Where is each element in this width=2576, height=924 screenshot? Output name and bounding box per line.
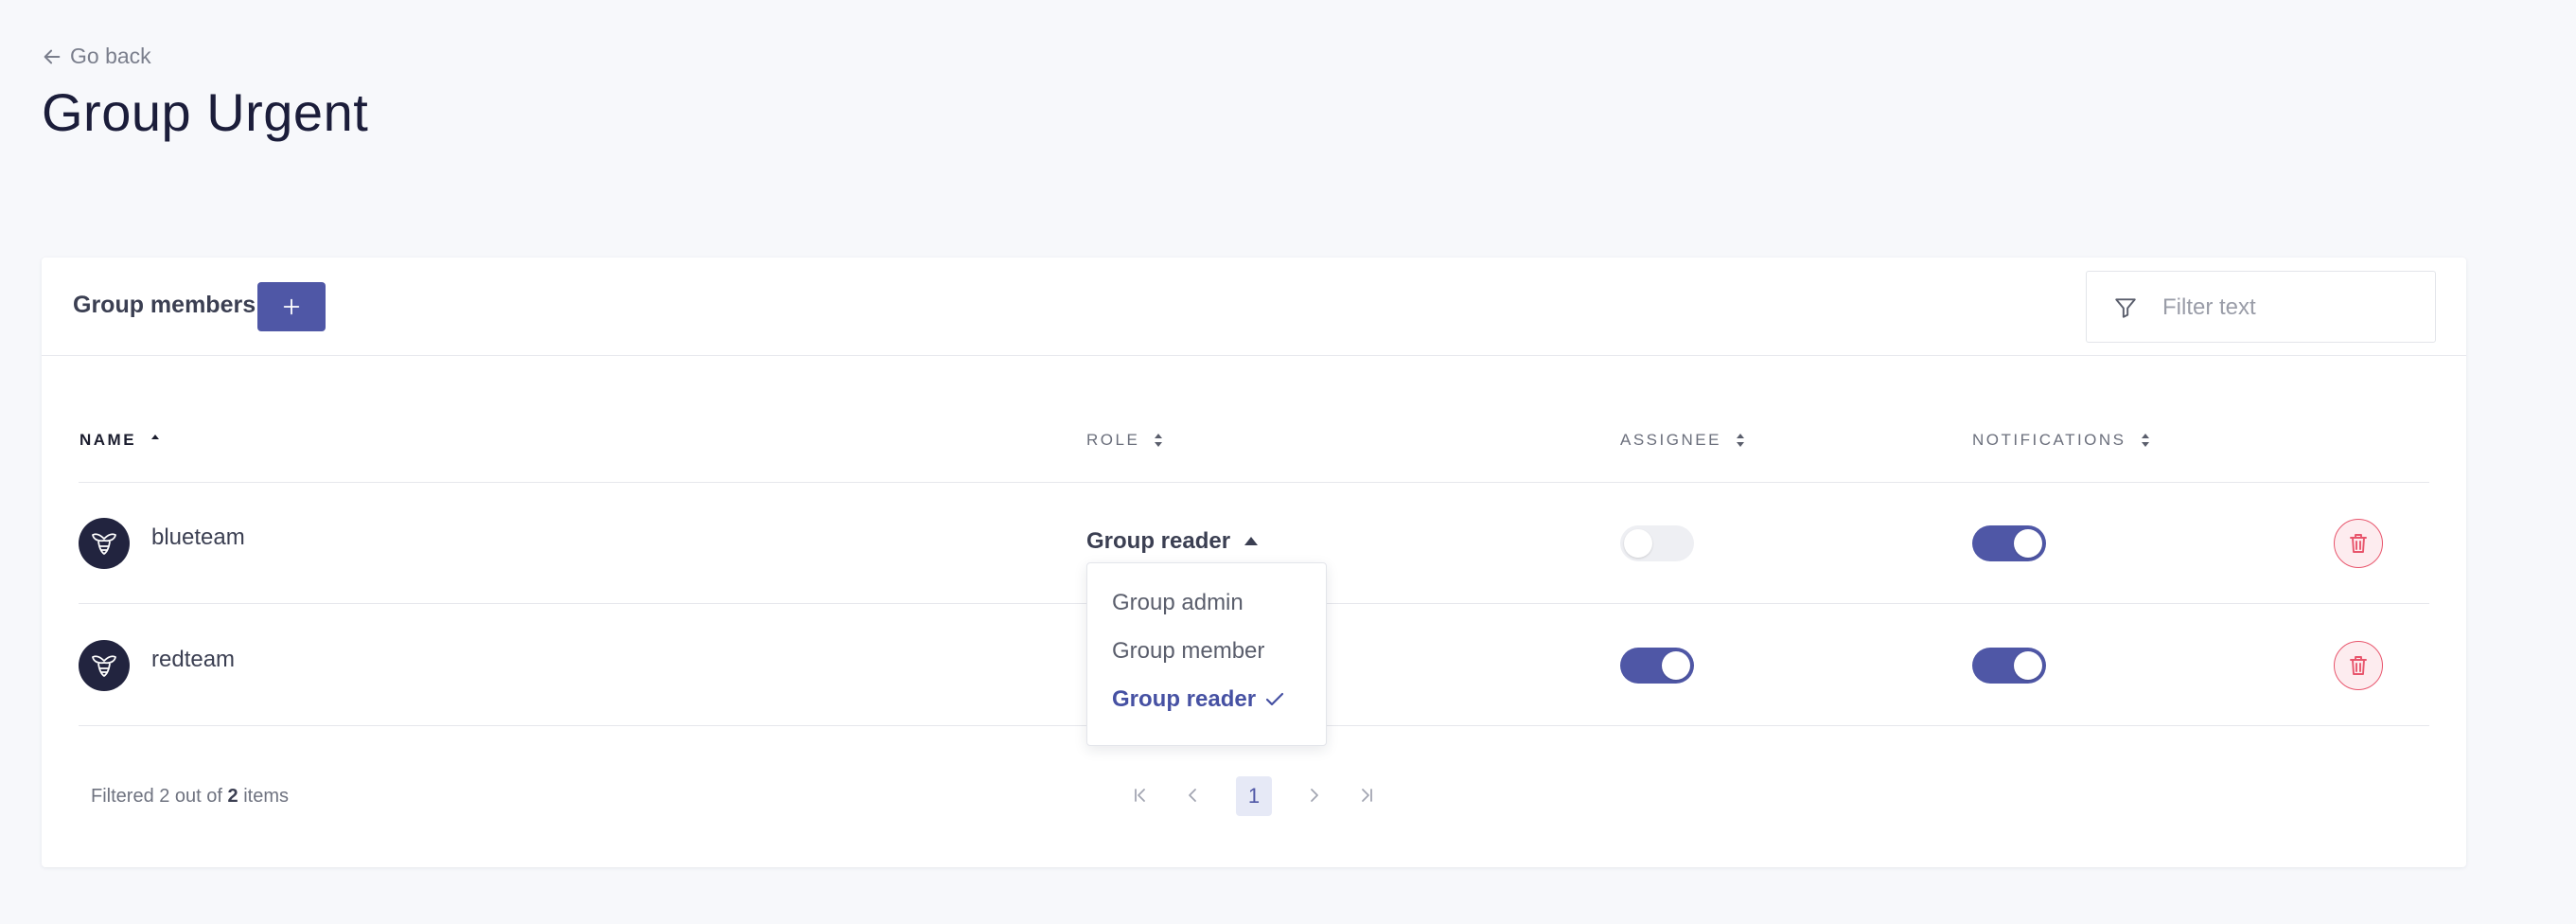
page-number-current[interactable]: 1 bbox=[1236, 776, 1272, 816]
sort-icon bbox=[2141, 434, 2149, 447]
first-page-icon bbox=[1135, 789, 1145, 802]
notifications-toggle[interactable] bbox=[1972, 525, 2046, 561]
role-option-group-reader[interactable]: Group reader bbox=[1112, 686, 1284, 713]
role-dropdown-menu: Group admin Group member Group reader bbox=[1086, 562, 1327, 746]
filter-icon bbox=[2115, 298, 2136, 318]
sort-asc-icon bbox=[151, 435, 160, 439]
card-header: Group members bbox=[42, 258, 2466, 356]
last-page-icon bbox=[1362, 789, 1372, 802]
sort-icon bbox=[1736, 434, 1744, 447]
column-header-notifications-label: NOTIFICATIONS bbox=[1972, 431, 2126, 449]
caret-up-icon bbox=[1244, 537, 1259, 545]
card-header-title: Group members bbox=[73, 292, 256, 318]
filter-box bbox=[2086, 271, 2436, 343]
filter-summary-prefix: Filtered 2 out of bbox=[91, 786, 228, 807]
role-option-label: Group reader bbox=[1112, 686, 1257, 712]
filter-input[interactable] bbox=[2162, 287, 2418, 329]
bee-logo-icon bbox=[92, 655, 116, 677]
delete-member-button[interactable] bbox=[2334, 641, 2383, 690]
delete-member-button[interactable] bbox=[2334, 519, 2383, 568]
column-header-assignee-label: ASSIGNEE bbox=[1620, 431, 1721, 449]
filter-summary: Filtered 2 out of 2 items bbox=[91, 786, 289, 808]
column-header-name[interactable]: NAME bbox=[79, 431, 161, 450]
trash-icon bbox=[2350, 534, 2367, 553]
last-page-button[interactable] bbox=[1349, 776, 1385, 814]
page-title: Group Urgent bbox=[42, 82, 369, 142]
member-name: redteam bbox=[151, 647, 236, 672]
role-option-label: Group admin bbox=[1112, 590, 1244, 615]
toggle-knob bbox=[2014, 529, 2042, 558]
role-option-label: Group member bbox=[1112, 638, 1265, 664]
prev-page-icon bbox=[1189, 789, 1196, 802]
role-select[interactable]: Group reader bbox=[1086, 528, 1259, 555]
assignee-toggle[interactable] bbox=[1620, 648, 1694, 684]
go-back-link[interactable]: Go back bbox=[42, 44, 151, 69]
toggle-knob bbox=[1624, 529, 1652, 558]
toggle-knob bbox=[1662, 651, 1690, 680]
bee-logo-icon bbox=[92, 533, 116, 555]
avatar bbox=[79, 640, 130, 691]
filter-summary-total: 2 bbox=[227, 786, 238, 807]
first-page-button[interactable] bbox=[1122, 776, 1158, 814]
column-header-role-label: ROLE bbox=[1086, 431, 1140, 449]
column-header-name-label: NAME bbox=[79, 431, 137, 449]
trash-icon bbox=[2350, 656, 2367, 675]
toggle-knob bbox=[2014, 651, 2042, 680]
arrow-left-icon bbox=[44, 49, 61, 63]
filter-summary-suffix: items bbox=[238, 786, 289, 807]
column-header-assignee[interactable]: ASSIGNEE bbox=[1620, 431, 1746, 450]
column-header-notifications[interactable]: NOTIFICATIONS bbox=[1972, 431, 2151, 450]
check-icon bbox=[1265, 692, 1284, 706]
avatar bbox=[79, 518, 130, 569]
role-select-value: Group reader bbox=[1086, 528, 1231, 554]
column-header-role[interactable]: ROLE bbox=[1086, 431, 1164, 450]
notifications-toggle[interactable] bbox=[1972, 648, 2046, 684]
prev-page-button[interactable] bbox=[1175, 776, 1211, 814]
group-members-card: Group members NAME ROLE ASSIGNEE NOTIFIC… bbox=[42, 258, 2466, 867]
next-page-button[interactable] bbox=[1296, 776, 1332, 814]
member-name: blueteam bbox=[151, 524, 245, 550]
assignee-toggle[interactable] bbox=[1620, 525, 1694, 561]
sort-icon bbox=[1155, 434, 1163, 447]
role-option-group-admin[interactable]: Group admin bbox=[1112, 590, 1244, 616]
role-option-group-member[interactable]: Group member bbox=[1112, 638, 1264, 665]
go-back-label: Go back bbox=[70, 44, 151, 68]
header-divider bbox=[79, 482, 2429, 483]
add-member-button[interactable] bbox=[257, 282, 326, 331]
next-page-icon bbox=[1311, 789, 1318, 802]
plus-icon bbox=[283, 298, 300, 315]
